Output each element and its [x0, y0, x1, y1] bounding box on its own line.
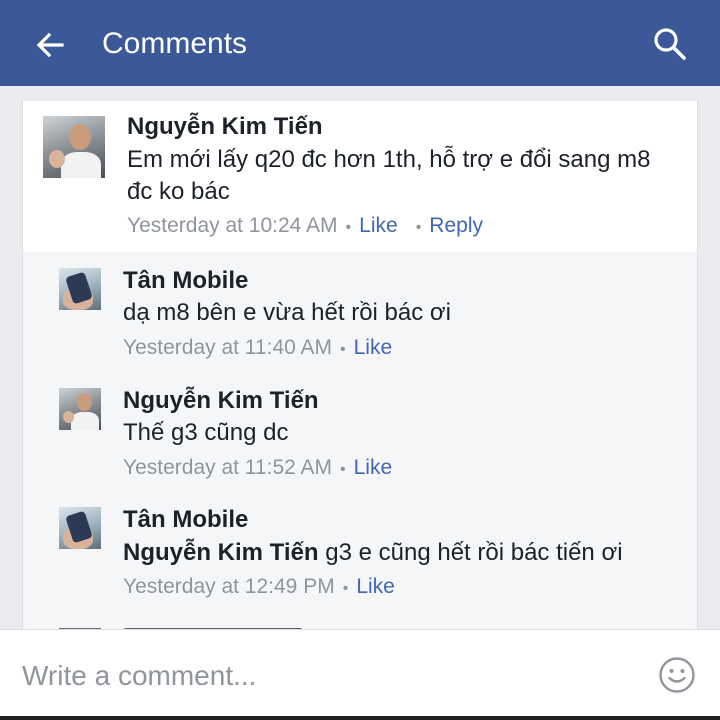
reply-author[interactable]: Nguyễn Kim Tiến: [123, 387, 319, 415]
bottom-edge: [0, 716, 720, 720]
smiley-icon: [659, 657, 695, 693]
reply-author[interactable]: Tân Mobile: [123, 506, 248, 534]
back-button[interactable]: [30, 25, 70, 65]
separator-dot: •: [345, 219, 352, 236]
comment-text: Em mới lấy q20 đc hơn 1th, hỗ trợ e đổi …: [127, 146, 651, 205]
top-app-bar: Comments: [0, 0, 720, 86]
reply-meta: Yesterday at 11:52 AM • Like: [123, 455, 392, 483]
separator-dot: •: [415, 219, 422, 236]
reply-meta: Yesterday at 11:40 AM • Like: [123, 335, 392, 363]
like-button[interactable]: Like: [359, 214, 398, 237]
comment-composer: [0, 629, 720, 720]
reply-text: dạ m8 bên e vừa hết rồi bác ơi: [123, 299, 451, 326]
avatar[interactable]: [59, 268, 101, 310]
reply-timestamp: Yesterday at 12:49 PM: [123, 575, 335, 598]
separator-dot: •: [339, 341, 346, 358]
separator-dot: •: [339, 461, 346, 478]
like-button[interactable]: Like: [354, 456, 393, 479]
reply-meta: Yesterday at 12:49 PM • Like: [123, 574, 395, 602]
avatar[interactable]: [43, 116, 105, 178]
comment-author[interactable]: Nguyễn Kim Tiến: [127, 113, 323, 141]
reply-timestamp: Yesterday at 11:52 AM: [123, 456, 332, 479]
page-title: Comments: [102, 27, 248, 60]
search-button[interactable]: [650, 24, 690, 64]
separator-dot: •: [342, 580, 349, 597]
mention-link[interactable]: Nguyễn Kim Tiến: [123, 539, 319, 566]
arrow-left-icon: [36, 32, 64, 58]
reply-text-body: g3 e cũng hết rồi bác tiến ơi: [318, 539, 623, 566]
like-button[interactable]: Like: [354, 336, 393, 359]
emoji-button[interactable]: [658, 656, 696, 694]
reply-timestamp: Yesterday at 11:40 AM: [123, 336, 332, 359]
comment-item: Nguyễn Kim Tiến Em mới lấy q20 đc hơn 1t…: [23, 101, 697, 252]
search-icon: [654, 28, 686, 60]
comment-meta: Yesterday at 10:24 AM • Like • Reply: [127, 213, 483, 241]
comment-input[interactable]: [22, 656, 622, 696]
avatar[interactable]: [59, 388, 101, 430]
reply-button[interactable]: Reply: [429, 214, 483, 237]
reply-text: Thế g3 cũng dc: [123, 419, 289, 446]
like-button[interactable]: Like: [356, 575, 395, 598]
avatar[interactable]: [59, 507, 101, 549]
comments-thread: Nguyễn Kim Tiến Em mới lấy q20 đc hơn 1t…: [22, 101, 698, 641]
comment-timestamp: Yesterday at 10:24 AM: [127, 214, 338, 237]
reply-text: Nguyễn Kim Tiến g3 e cũng hết rồi bác ti…: [123, 537, 683, 569]
reply-author[interactable]: Tân Mobile: [123, 267, 248, 295]
